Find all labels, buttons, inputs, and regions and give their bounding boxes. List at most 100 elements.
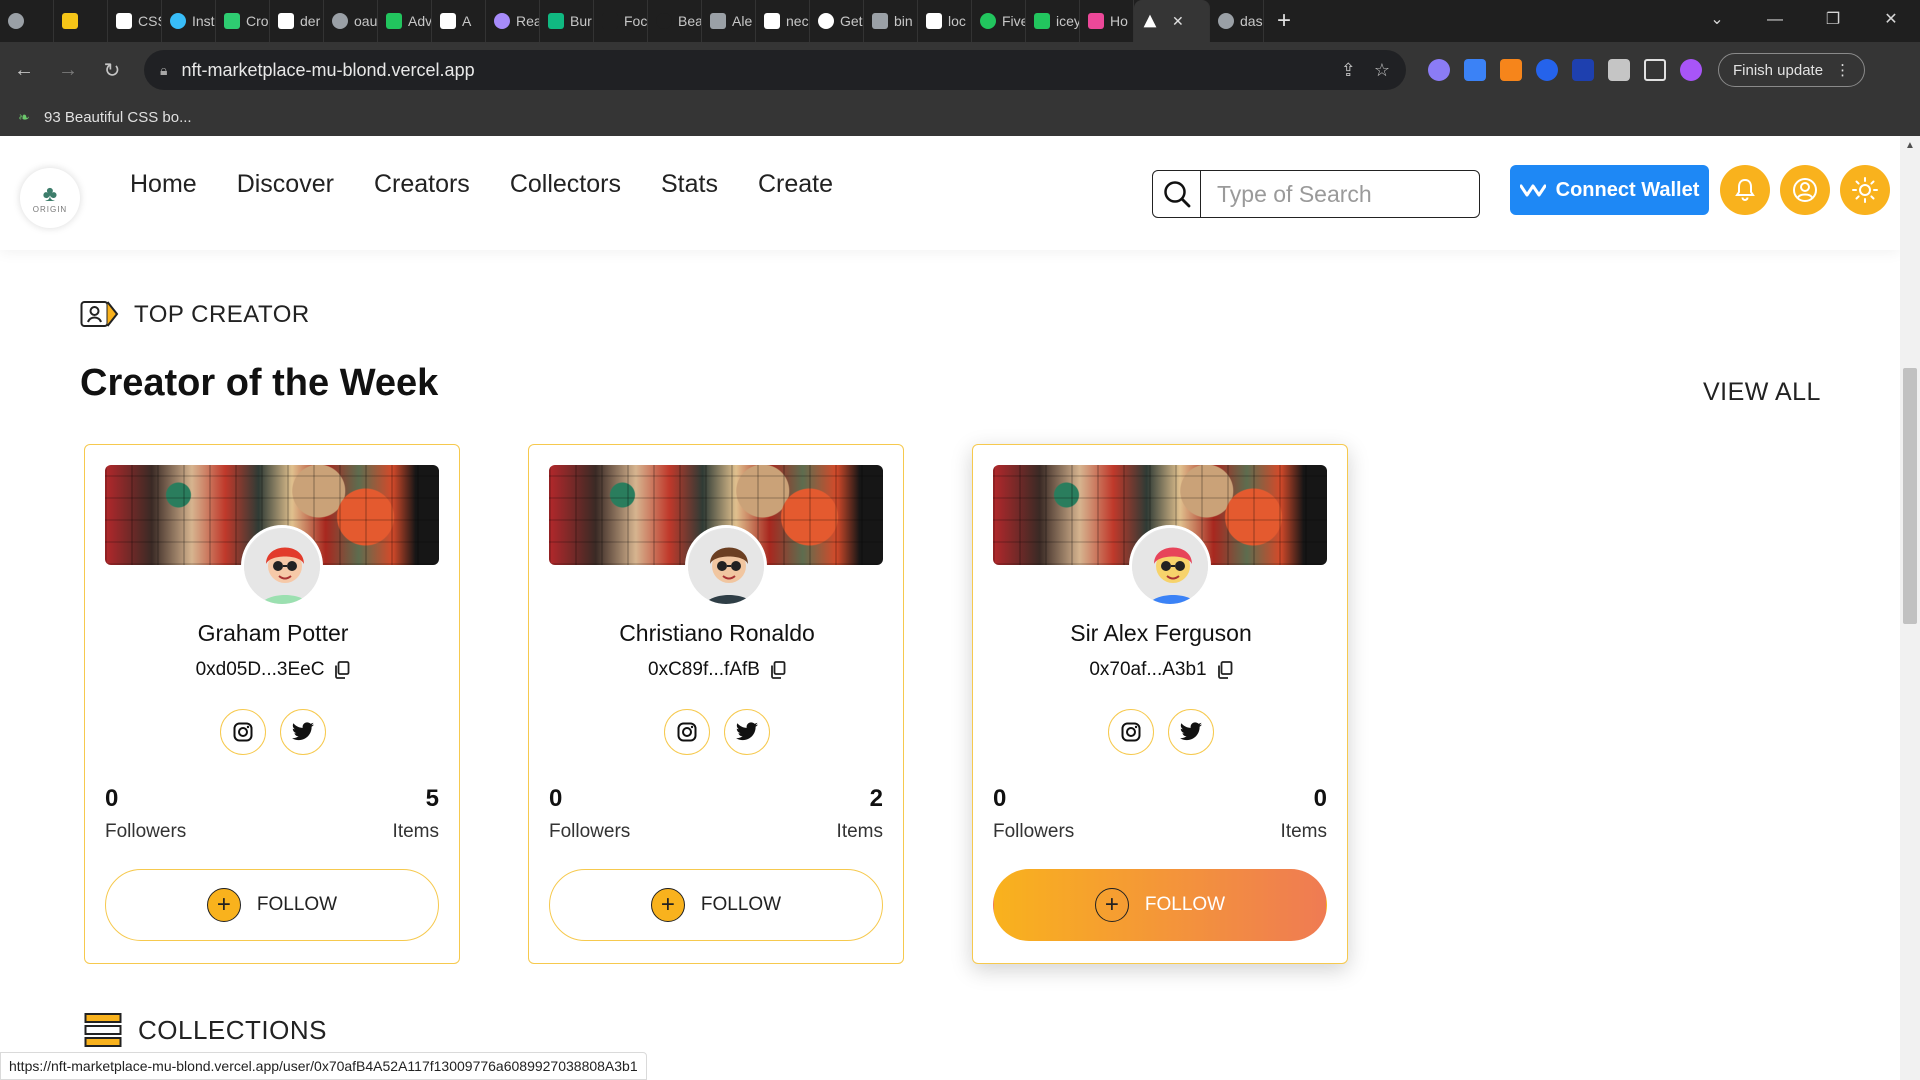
minimize-icon[interactable]: — xyxy=(1746,0,1804,42)
address-bar[interactable]: 🔒︎ nft-marketplace-mu-blond.vercel.app ⇪… xyxy=(144,50,1406,90)
tab-label: Bea xyxy=(678,13,702,29)
follow-button[interactable]: + FOLLOW xyxy=(105,869,439,941)
grid-extension-icon[interactable] xyxy=(1572,59,1594,81)
tab-favicon-icon xyxy=(1034,13,1050,29)
page-scrollbar[interactable]: ▲ xyxy=(1900,136,1920,1080)
profile-avatar-icon[interactable] xyxy=(1680,59,1702,81)
tab-18[interactable]: Five xyxy=(972,0,1026,42)
tab-7[interactable]: Adv xyxy=(378,0,432,42)
tab-6[interactable]: oau xyxy=(324,0,378,42)
nav-link-discover[interactable]: Discover xyxy=(237,170,334,199)
search-icon[interactable] xyxy=(1153,171,1201,217)
nav-link-home[interactable]: Home xyxy=(130,170,197,199)
search-input[interactable] xyxy=(1201,180,1471,208)
metamask-extension-icon[interactable] xyxy=(1500,59,1522,81)
forward-icon[interactable]: → xyxy=(48,50,88,90)
tab-last[interactable]: das xyxy=(1210,0,1264,42)
tab-9[interactable]: Rea xyxy=(486,0,540,42)
restore-icon[interactable]: ❐ xyxy=(1804,0,1862,42)
followers-count: 0 xyxy=(105,785,119,812)
creator-name[interactable]: Sir Alex Ferguson xyxy=(973,620,1349,647)
bookmark-favicon-icon: ❧ xyxy=(18,109,30,125)
wallet-wave-icon xyxy=(1519,184,1546,197)
bookmark-star-icon[interactable]: ☆ xyxy=(1374,60,1390,81)
notification-button[interactable] xyxy=(1720,165,1770,215)
more-menu-icon[interactable]: ⋮ xyxy=(1835,61,1850,79)
window-controls: ⌄ — ❐ ✕ xyxy=(1688,0,1920,42)
back-icon[interactable]: ← xyxy=(4,50,44,90)
page-content: ♣ ORIGIN Home Discover Creators Collectors S… xyxy=(0,136,1900,1080)
tab-13[interactable]: Ale xyxy=(702,0,756,42)
scrollbar-thumb[interactable] xyxy=(1903,368,1917,624)
nav-link-collectors[interactable]: Collectors xyxy=(510,170,621,199)
copy-icon[interactable] xyxy=(334,661,350,679)
wallet-address: 0x70af...A3b1 xyxy=(973,659,1349,681)
tab-12[interactable]: Bea xyxy=(648,0,702,42)
tab-17[interactable]: loc xyxy=(918,0,972,42)
tab-16[interactable]: bin xyxy=(864,0,918,42)
twitter-button[interactable] xyxy=(280,709,326,755)
follow-button[interactable]: + FOLLOW xyxy=(549,869,883,941)
profile-button[interactable] xyxy=(1780,165,1830,215)
tab-15[interactable]: Get xyxy=(810,0,864,42)
instagram-button[interactable] xyxy=(664,709,710,755)
side-panel-icon[interactable] xyxy=(1644,59,1666,81)
copy-icon[interactable] xyxy=(1217,661,1233,679)
status-bar-url: https://nft-marketplace-mu-blond.vercel.… xyxy=(0,1052,647,1080)
tab-active[interactable]: ✕ xyxy=(1134,0,1210,42)
creator-card[interactable]: Sir Alex Ferguson 0x70af...A3b1 0 Follow… xyxy=(972,444,1348,964)
tab-4[interactable]: Cro xyxy=(216,0,270,42)
tab-20[interactable]: Ho xyxy=(1080,0,1134,42)
nav-link-creators[interactable]: Creators xyxy=(374,170,470,199)
tab-favicon-icon xyxy=(332,13,348,29)
tab-10[interactable]: Bur xyxy=(540,0,594,42)
bookmark-item[interactable]: 93 Beautiful CSS bo... xyxy=(44,109,192,126)
tab-19[interactable]: icey xyxy=(1026,0,1080,42)
share-icon[interactable]: ⇪ xyxy=(1341,60,1356,81)
x-extension-icon[interactable] xyxy=(1536,59,1558,81)
avatar xyxy=(1129,525,1211,607)
page-title: Creator of the Week xyxy=(80,362,439,404)
theme-toggle-button[interactable] xyxy=(1840,165,1890,215)
tab-favicon-icon xyxy=(818,13,834,29)
creator-name[interactable]: Graham Potter xyxy=(85,620,461,647)
instagram-button[interactable] xyxy=(220,709,266,755)
tab-3[interactable]: Inst xyxy=(162,0,216,42)
tab-2[interactable]: CSS xyxy=(108,0,162,42)
view-all-link[interactable]: VIEW ALL xyxy=(1703,378,1821,407)
tab-5[interactable]: der xyxy=(270,0,324,42)
instagram-button[interactable] xyxy=(1108,709,1154,755)
close-window-icon[interactable]: ✕ xyxy=(1862,0,1920,42)
finish-update-button[interactable]: Finish update ⋮ xyxy=(1718,53,1866,87)
close-tab-icon[interactable]: ✕ xyxy=(1172,13,1184,30)
follow-button[interactable]: + FOLLOW xyxy=(993,869,1327,941)
tab-1[interactable] xyxy=(54,0,108,42)
copy-icon[interactable] xyxy=(770,661,786,679)
twitter-button[interactable] xyxy=(724,709,770,755)
avatar xyxy=(241,525,323,607)
new-tab-button[interactable]: + xyxy=(1264,7,1304,35)
twitter-button[interactable] xyxy=(1168,709,1214,755)
tool-extension-icon[interactable] xyxy=(1464,59,1486,81)
nav-link-stats[interactable]: Stats xyxy=(661,170,718,199)
tab-11[interactable]: Foc xyxy=(594,0,648,42)
scroll-up-icon[interactable]: ▲ xyxy=(1905,140,1915,151)
puzzle-extensions-icon[interactable] xyxy=(1608,59,1630,81)
site-logo[interactable]: ♣ ORIGIN xyxy=(20,168,80,228)
nav-link-create[interactable]: Create xyxy=(758,170,833,199)
twitter-bird-icon xyxy=(735,722,758,741)
tab-favicon-icon xyxy=(224,13,240,29)
connect-wallet-button[interactable]: Connect Wallet xyxy=(1510,165,1709,215)
tab-0[interactable] xyxy=(0,0,54,42)
creator-card[interactable]: Graham Potter 0xd05D...3EeC 0 Followers … xyxy=(84,444,460,964)
connect-wallet-label: Connect Wallet xyxy=(1555,178,1700,201)
reload-icon[interactable]: ↻ xyxy=(92,50,132,90)
ghost-extension-icon[interactable] xyxy=(1428,59,1450,81)
tab-search-icon[interactable]: ⌄ xyxy=(1688,0,1746,42)
social-links xyxy=(85,709,461,755)
tab-14[interactable]: nec xyxy=(756,0,810,42)
creator-name[interactable]: Christiano Ronaldo xyxy=(529,620,905,647)
creator-card[interactable]: Christiano Ronaldo 0xC89f...fAfB 0 Follo… xyxy=(528,444,904,964)
tab-8[interactable]: A xyxy=(432,0,486,42)
twitter-bird-icon xyxy=(291,722,314,741)
